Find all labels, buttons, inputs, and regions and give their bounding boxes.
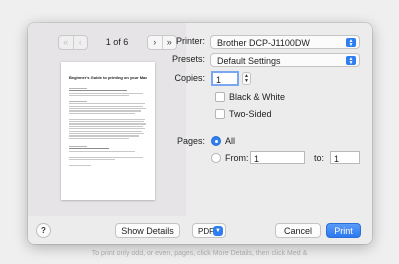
to-page-field[interactable]: 1 (330, 151, 360, 164)
preview-text-line (69, 148, 109, 150)
caption-text: To print only odd, or even, pages, click… (91, 250, 308, 257)
preview-text-line (69, 92, 143, 94)
preview-text-line (69, 100, 87, 102)
pages-all-label: All (225, 136, 236, 146)
pages-range-radio[interactable] (211, 153, 221, 163)
preview-text-line (69, 103, 145, 105)
first-page-button[interactable]: « (59, 36, 73, 49)
show-details-button[interactable]: Show Details (115, 223, 180, 238)
presets-select[interactable]: Default Settings ▲ ▼ (210, 53, 360, 67)
two-sided-checkbox[interactable] (215, 109, 225, 119)
pdf-menu-button[interactable]: PDF ▼ (192, 223, 226, 238)
copies-label: Copies: (174, 73, 205, 83)
preview-panel: « ‹ 1 of 6 › » Beginner's Guide to print… (28, 23, 186, 216)
cancel-button[interactable]: Cancel (275, 223, 321, 238)
preview-text-line (69, 105, 143, 107)
previous-page-button[interactable]: ‹ (72, 36, 88, 49)
black-white-checkbox[interactable] (215, 92, 225, 102)
previous-page-control[interactable]: « ‹ (58, 35, 88, 50)
preview-text-line (69, 133, 144, 135)
updown-chevron-icon: ▲ ▼ (346, 56, 356, 65)
preview-text-line (69, 145, 87, 147)
copies-field[interactable]: 1 (211, 71, 239, 86)
black-white-label: Black & White (229, 92, 286, 102)
from-label: From: (225, 153, 249, 163)
copies-stepper[interactable]: ▲ ▼ (242, 72, 251, 85)
from-page-value: 1 (254, 153, 260, 164)
preview-text-line (69, 108, 146, 110)
help-button[interactable]: ? (36, 223, 51, 238)
chevron-down-icon: ▼ (213, 226, 223, 236)
pdf-label: PDF (198, 227, 214, 236)
preview-text-line (69, 121, 144, 123)
preview-text-line (69, 118, 145, 120)
preview-text-line (69, 110, 141, 112)
preview-text-line (69, 128, 145, 130)
preview-text-line (69, 130, 142, 132)
two-sided-label: Two-Sided (229, 109, 272, 119)
print-dialog: « ‹ 1 of 6 › » Beginner's Guide to print… (28, 23, 372, 244)
copies-value: 1 (216, 74, 222, 85)
preview-text-line (69, 125, 143, 127)
printer-select[interactable]: Brother DCP-J1100DW ▲ ▼ (210, 35, 360, 49)
preview-text-line (69, 123, 146, 125)
preview-text-line (69, 135, 139, 137)
pages-all-radio[interactable] (211, 136, 221, 146)
printer-value: Brother DCP-J1100DW (217, 38, 310, 48)
preview-text-line (69, 164, 91, 166)
printer-label: Printer: (175, 36, 205, 46)
updown-chevron-icon: ▲ ▼ (346, 38, 356, 47)
preview-doc-title: Beginner's Guide to printing on your Mac… (69, 76, 147, 80)
page-indicator: 1 of 6 (105, 37, 129, 47)
print-button[interactable]: Print (326, 223, 361, 238)
page-preview-thumbnail: Beginner's Guide to printing on your Mac… (61, 62, 155, 200)
preview-text-line (69, 89, 127, 92)
to-label: to: (314, 153, 325, 163)
preview-text-line (69, 156, 143, 158)
pages-label: Pages: (176, 136, 205, 146)
presets-label: Presets: (171, 54, 205, 64)
preview-text-line (69, 87, 87, 89)
presets-value: Default Settings (217, 56, 281, 66)
to-page-value: 1 (334, 153, 340, 164)
from-page-field[interactable]: 1 (250, 151, 305, 164)
